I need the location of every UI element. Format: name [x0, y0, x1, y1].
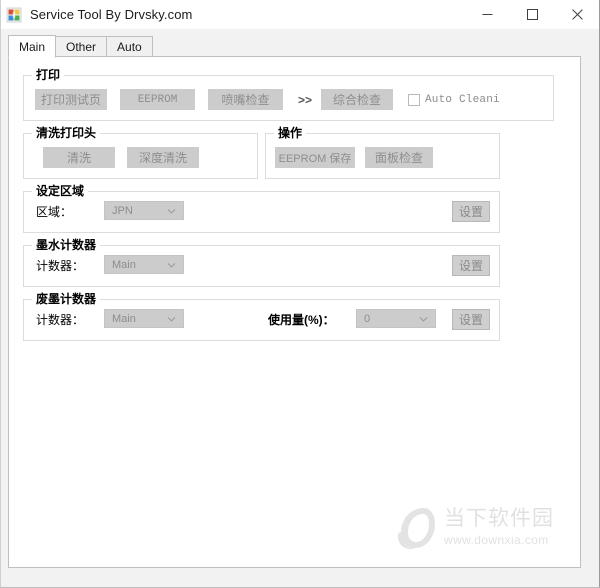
watermark-url: www.downxia.com: [444, 533, 549, 547]
waste-counter-select-value: Main: [112, 312, 136, 325]
waste-counter-select[interactable]: Main: [104, 309, 184, 328]
group-region: 设定区域 区域： JPN 设置: [23, 184, 500, 233]
chevron-down-icon: [167, 208, 176, 214]
chevron-down-icon: [419, 316, 428, 322]
usage-select-value: 0: [364, 312, 371, 325]
auto-cleaning-checkbox-row[interactable]: Auto Cleani:: [408, 92, 500, 108]
tab-bar: Main Other Auto: [8, 35, 581, 58]
window-border-left: [0, 0, 1, 588]
print-eeprom-button[interactable]: EEPROM: [120, 89, 195, 110]
flow-arrow-label: >>: [298, 93, 313, 107]
watermark-text: 当下软件园 www.downxia.com: [444, 506, 554, 548]
deep-clean-button[interactable]: 深度清洗: [127, 147, 199, 168]
group-waste-ink-counter: 废墨计数器 计数器： Main 使用量(%)： 0 设置: [23, 292, 500, 341]
maximize-button[interactable]: [510, 0, 555, 29]
group-ink-counter-legend: 墨水计数器: [32, 238, 101, 252]
comprehensive-check-button[interactable]: 综合检查: [321, 89, 393, 110]
tab-page-main: 打印 打印测试页 EEPROM 喷嘴检查 >> 综合检查 Auto Cleani…: [8, 56, 581, 568]
group-operation: 操作 EEPROM 保存 面板检查: [265, 126, 500, 179]
region-select-value: JPN: [112, 204, 133, 217]
panel-check-button[interactable]: 面板检查: [365, 147, 433, 168]
group-print-legend: 打印: [32, 68, 65, 82]
tab-main[interactable]: Main: [8, 35, 57, 58]
app-icon: [6, 7, 22, 23]
region-select[interactable]: JPN: [104, 201, 184, 220]
print-test-page-button[interactable]: 打印测试页: [35, 89, 107, 110]
application-window: Service Tool By Drvsky.com Main Other Au…: [0, 0, 600, 588]
auto-cleaning-label: Auto Cleani:: [425, 94, 500, 106]
ink-counter-field-label: 计数器：: [36, 259, 85, 273]
auto-cleaning-checkbox[interactable]: [408, 94, 420, 106]
group-region-legend: 设定区域: [32, 184, 89, 198]
waste-counter-set-button[interactable]: 设置: [452, 309, 490, 330]
usage-select[interactable]: 0: [356, 309, 436, 328]
window-controls: [465, 0, 600, 29]
site-watermark: 当下软件园 www.downxia.com: [396, 497, 566, 557]
minimize-icon: [482, 14, 493, 15]
downxia-logo-icon: [396, 502, 440, 552]
region-field-label: 区域：: [36, 205, 73, 219]
eeprom-save-button[interactable]: EEPROM 保存: [275, 147, 355, 168]
nozzle-check-button[interactable]: 喷嘴检查: [208, 89, 283, 110]
title-bar: Service Tool By Drvsky.com: [0, 0, 600, 30]
group-clean-printhead: 清洗打印头 清洗 深度清洗: [23, 126, 258, 179]
usage-label: 使用量(%)：: [268, 313, 335, 327]
ink-counter-select-value: Main: [112, 258, 136, 271]
group-operation-legend: 操作: [274, 126, 307, 140]
minimize-button[interactable]: [465, 0, 510, 29]
waste-counter-field-label: 计数器：: [36, 313, 85, 327]
watermark-title: 当下软件园: [444, 506, 554, 530]
group-ink-counter: 墨水计数器 计数器： Main 设置: [23, 238, 500, 287]
window-title: Service Tool By Drvsky.com: [30, 7, 193, 22]
close-button[interactable]: [555, 0, 600, 29]
region-set-button[interactable]: 设置: [452, 201, 490, 222]
ink-counter-select[interactable]: Main: [104, 255, 184, 274]
ink-counter-set-button[interactable]: 设置: [452, 255, 490, 276]
chevron-down-icon: [167, 262, 176, 268]
close-icon: [572, 9, 583, 20]
clean-button[interactable]: 清洗: [43, 147, 115, 168]
group-print: 打印 打印测试页 EEPROM 喷嘴检查 >> 综合检查 Auto Cleani…: [23, 68, 554, 121]
tab-auto[interactable]: Auto: [106, 36, 153, 57]
group-waste-ink-counter-legend: 废墨计数器: [32, 292, 101, 306]
tab-other[interactable]: Other: [55, 36, 108, 57]
maximize-icon: [527, 9, 538, 20]
chevron-down-icon: [167, 316, 176, 322]
client-area: Main Other Auto 打印 打印测试页 EEPROM 喷嘴检查 >> …: [0, 29, 600, 588]
group-clean-printhead-legend: 清洗打印头: [32, 126, 101, 140]
